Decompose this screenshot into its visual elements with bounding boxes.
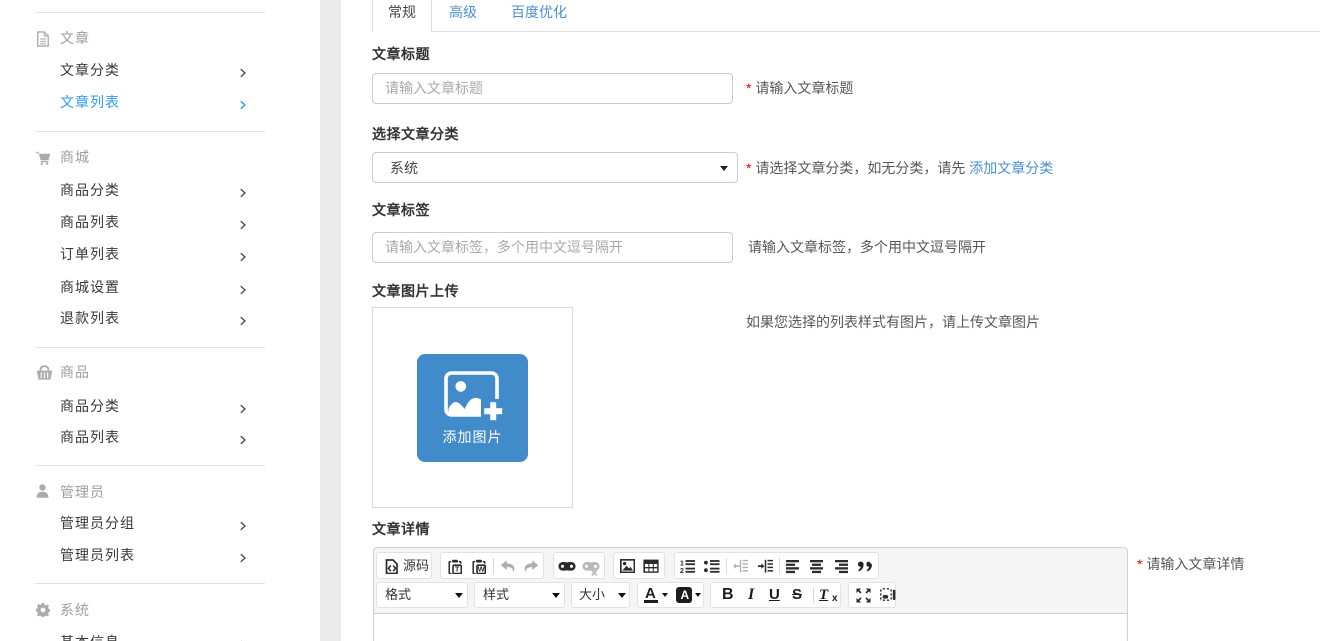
svg-text:T: T xyxy=(455,565,460,574)
svg-text:1: 1 xyxy=(680,561,684,568)
svg-text:W: W xyxy=(478,565,486,574)
svg-text:2: 2 xyxy=(680,568,684,574)
